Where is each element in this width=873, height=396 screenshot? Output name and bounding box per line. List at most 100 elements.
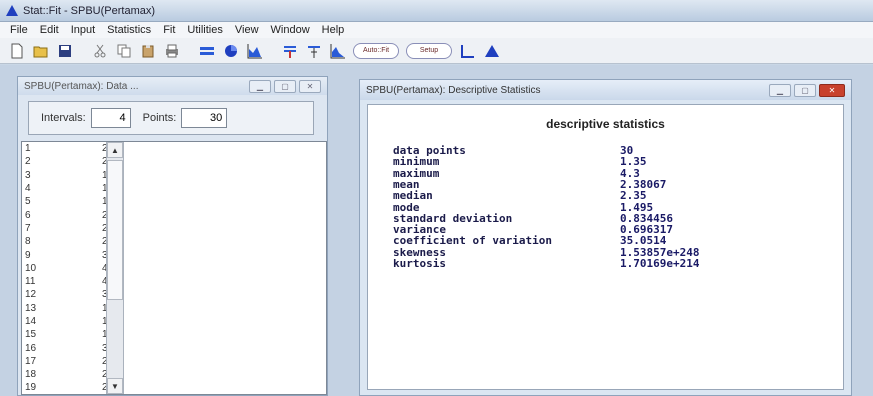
row-index: 3 [25,169,31,181]
menu-help[interactable]: Help [316,24,351,36]
list-item[interactable]: 182.55 [22,368,326,381]
app-title: Stat::Fit - SPBU(Pertamax) [23,4,156,17]
list-item[interactable]: 131.45 [22,302,326,315]
app-titlebar: Stat::Fit - SPBU(Pertamax) [0,0,873,22]
list-item[interactable]: 172.24 [22,355,326,368]
menu-edit[interactable]: Edit [34,24,65,36]
open-icon[interactable] [30,41,51,61]
stat-value: 1.35 [620,155,647,169]
list-item[interactable]: 12.2 [22,142,326,155]
data-window-titlebar[interactable]: SPBU(Pertamax): Data ... ▁ ▢ ✕ [18,77,327,95]
triangle-icon[interactable] [481,41,502,61]
setup-button[interactable]: Setup [406,42,452,59]
list-item[interactable]: 123.26 [22,288,326,301]
menu-view[interactable]: View [229,24,265,36]
row-index: 15 [25,329,37,341]
row-index: 4 [25,183,31,195]
row-index: 11 [25,276,36,288]
stat-row: maximum 4.3 [393,166,833,180]
points-label: Points: [142,112,177,124]
list-item[interactable]: 163.21 [22,341,326,354]
new-icon[interactable] [6,41,27,61]
list-item[interactable]: 93.35 [22,248,326,261]
minimize-button[interactable]: ▁ [249,79,271,93]
list-item[interactable]: 31.35 [22,169,326,182]
stat-value: 2.35 [620,189,647,203]
row-index: 17 [25,355,37,367]
copy-icon[interactable] [113,41,134,61]
graph-icon[interactable] [279,41,300,61]
row-index: 8 [25,236,31,248]
menu-file[interactable]: File [4,24,34,36]
data-list[interactable]: 12.222.531.3541.4951.5562.3772.4882.3393… [21,141,327,395]
points-input[interactable] [181,108,228,128]
data-window: SPBU(Pertamax): Data ... ▁ ▢ ✕ Intervals… [17,76,328,396]
list-item[interactable]: 62.37 [22,208,326,221]
stat-value: 35.0514 [620,234,667,248]
list-item[interactable]: 114.3 [22,275,326,288]
data-list-scrollbar[interactable]: ▲ ▼ [106,142,124,394]
row-index: 10 [25,262,37,274]
save-icon[interactable] [54,41,75,61]
row-index: 12 [25,289,37,301]
list-item[interactable]: 141.55 [22,315,326,328]
list-item[interactable]: 151.56 [22,328,326,341]
stat-label: maximum [393,166,440,180]
stat-fit-logo-icon [6,5,18,16]
auto-fit-button[interactable]: Auto::Fit [353,42,399,59]
menu-window[interactable]: Window [265,24,316,36]
menu-fit[interactable]: Fit [157,24,181,36]
maximize-button[interactable]: ▢ [794,83,816,97]
intervals-label: Intervals: [41,112,86,124]
row-index: 1 [25,143,31,155]
list-item[interactable]: 82.33 [22,235,326,248]
maximize-button[interactable]: ▢ [274,79,296,93]
stat-row: minimum 1.35 [393,155,833,169]
menu-bar: File Edit Input Statistics Fit Utilities… [0,22,873,38]
data-window-title: SPBU(Pertamax): Data ... [24,80,139,92]
list-item[interactable]: 41.49 [22,182,326,195]
row-index: 13 [25,302,37,314]
stat-row: median 2.35 [393,189,833,203]
row-index: 9 [25,249,31,261]
statistics-window-title: SPBU(Pertamax): Descriptive Statistics [366,84,541,96]
toolbar: Auto::Fit Setup [0,38,873,64]
scroll-thumb[interactable] [107,160,123,300]
scroll-down-icon[interactable]: ▼ [107,378,123,394]
close-button[interactable]: ✕ [819,83,845,97]
scroll-up-icon[interactable]: ▲ [107,142,123,158]
statistics-content: descriptive statistics data points 30 mini… [367,104,844,390]
stat-row: mean 2.38067 [393,179,833,191]
circle-chart-icon[interactable] [220,41,241,61]
histogram-icon[interactable] [244,41,265,61]
list-item[interactable]: 51.55 [22,195,326,208]
distribution-icon[interactable] [327,41,348,61]
stat-label: minimum [393,155,440,169]
statistics-window-titlebar[interactable]: SPBU(Pertamax): Descriptive Statistics ▁… [360,80,851,100]
cut-icon[interactable] [89,41,110,61]
stat-label: kurtosis [393,257,446,270]
row-index: 18 [25,369,37,381]
menu-input[interactable]: Input [65,24,101,36]
print-icon[interactable] [161,41,182,61]
paste-icon[interactable] [137,41,158,61]
stat-value: 1.70169e+214 [620,257,700,270]
stat-row: data points 30 [393,145,833,157]
row-index: 14 [25,316,37,327]
statistics-heading: descriptive statistics [546,117,665,131]
menu-statistics[interactable]: Statistics [101,24,157,36]
list-item[interactable]: 104.2 [22,262,326,275]
list-item[interactable]: 22.5 [22,155,326,168]
intervals-input[interactable] [90,108,131,128]
data-table-icon[interactable] [196,41,217,61]
row-index: 2 [25,156,31,168]
line-chart-icon[interactable] [457,41,478,61]
row-index: 6 [25,209,31,221]
menu-utilities[interactable]: Utilities [181,24,228,36]
list-item[interactable]: 192.35 [22,381,326,394]
close-button[interactable]: ✕ [299,79,321,93]
stat-label: median [393,189,433,203]
minimize-button[interactable]: ▁ [769,83,791,97]
list-item[interactable]: 72.48 [22,222,326,235]
fit-icon[interactable] [303,41,324,61]
